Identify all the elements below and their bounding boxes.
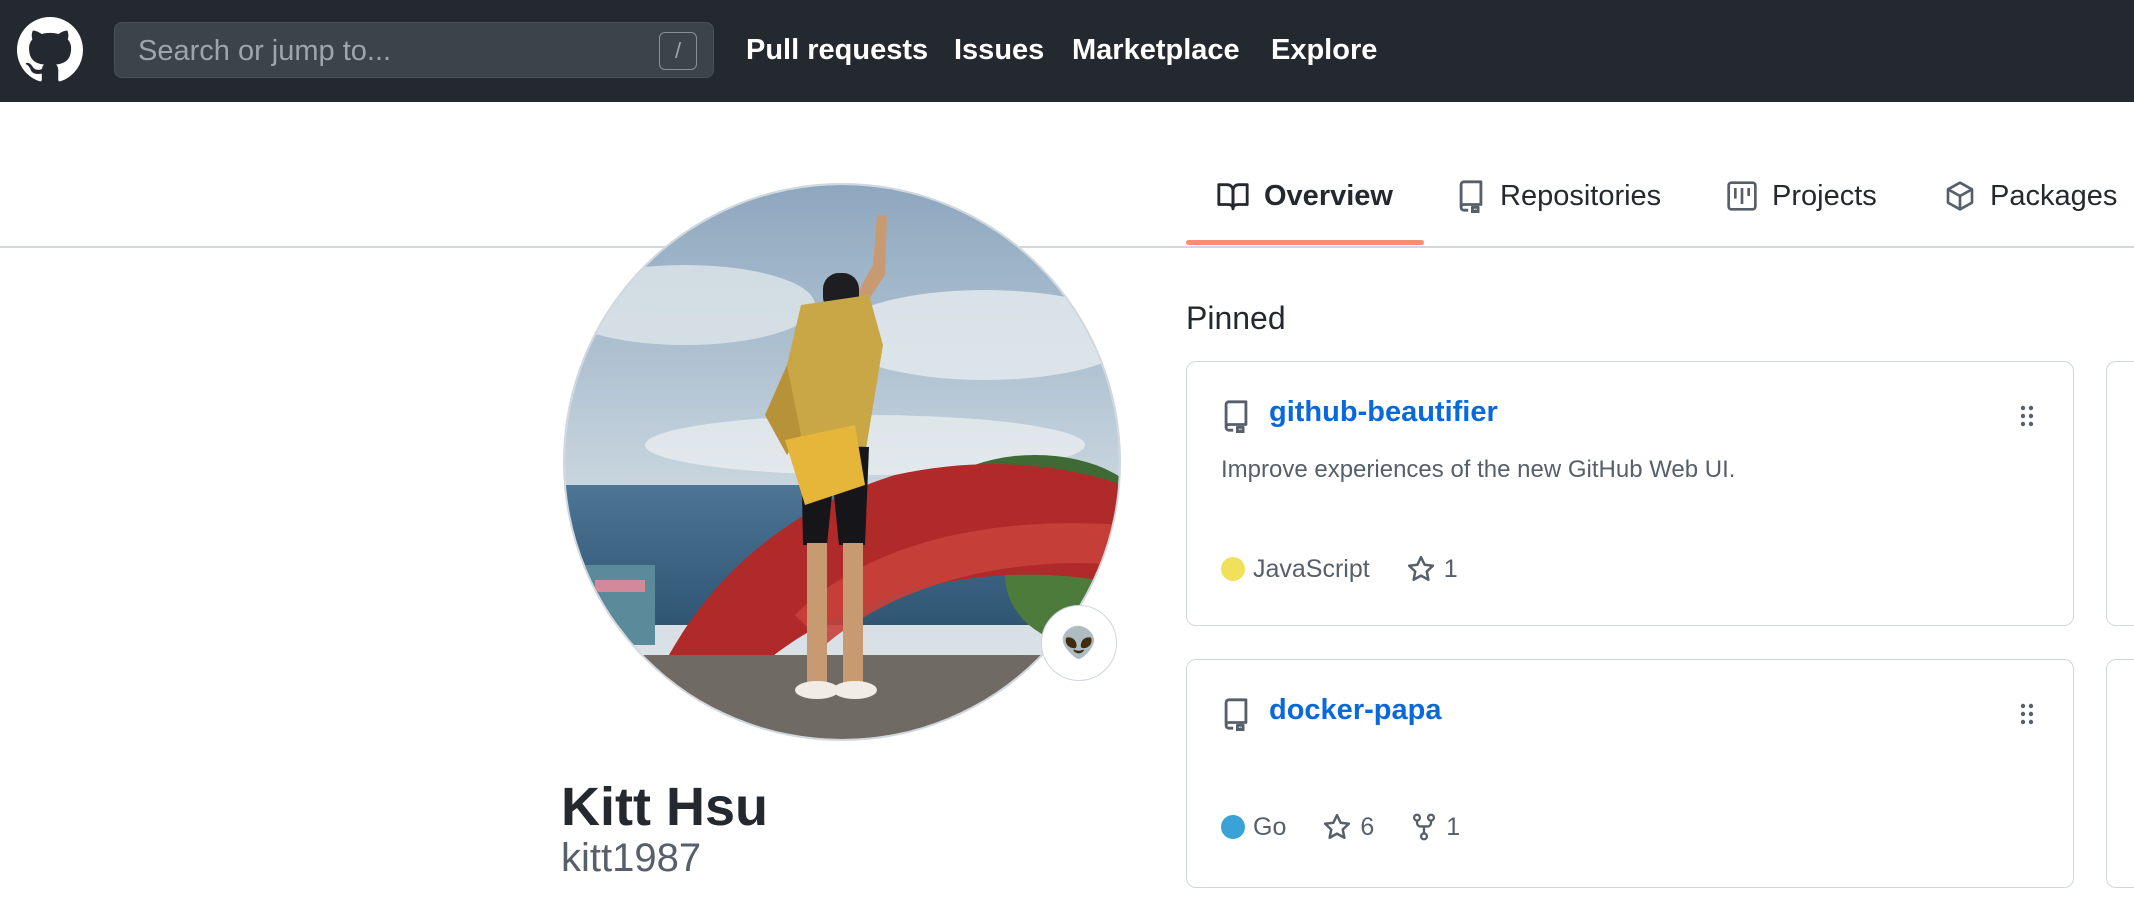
search-input[interactable]: Search or jump to... / [114,22,714,78]
repo-icon [1224,698,1248,731]
profile-login: kitt1987 [561,836,702,880]
repo-stars[interactable]: 6 [1322,812,1374,842]
search-shortcut-key: / [659,32,697,70]
package-icon [1946,181,1974,211]
nav-marketplace[interactable]: Marketplace [1072,0,1240,100]
repo-stars[interactable]: 1 [1406,554,1458,584]
tab-projects-label: Projects [1772,179,1877,212]
repo-meta: JavaScript 1 [1221,554,1494,584]
repo-icon [1459,180,1483,213]
tab-overview[interactable]: Overview [1216,172,1393,220]
avatar-photo [565,185,1119,739]
star-count: 6 [1360,812,1375,841]
repo-description: Improve experiences of the new GitHub We… [1221,456,1736,483]
language-color-dot [1221,557,1245,581]
language-color-dot [1221,815,1245,839]
pinned-repo-card-peek [2106,659,2134,888]
repo-link[interactable]: docker-papa [1269,694,1441,727]
repo-meta: Go 6 1 [1221,812,1496,842]
pinned-heading: Pinned [1186,300,1286,336]
status-badge[interactable]: 👽 [1041,605,1117,681]
pinned-repo-card: github-beautifier Improve experiences of… [1186,361,2074,626]
tab-repositories[interactable]: Repositories [1456,172,1661,220]
repo-icon [1224,400,1248,433]
active-tab-indicator [1186,240,1424,245]
tab-overview-label: Overview [1264,179,1393,212]
search-placeholder: Search or jump to... [138,35,392,67]
tab-packages-label: Packages [1990,179,2118,212]
star-count: 1 [1443,554,1458,583]
pinned-repo-card: docker-papa Go 6 1 [1186,659,2074,888]
tab-projects[interactable]: Projects [1726,172,1877,220]
avatar[interactable] [563,183,1121,741]
star-icon [1324,813,1351,839]
nav-explore[interactable]: Explore [1271,0,1377,100]
tabs-divider [0,246,2134,248]
book-icon [1217,183,1249,211]
repo-language: JavaScript [1221,555,1370,584]
star-icon [1407,555,1434,581]
fork-icon [1413,813,1436,841]
alien-emoji-icon: 👽 [1060,626,1098,660]
github-logo-icon[interactable] [17,17,83,83]
language-name: Go [1253,812,1287,841]
drag-handle-icon[interactable] [2019,404,2035,428]
pinned-repo-card-peek [2106,361,2134,626]
tab-packages[interactable]: Packages [1944,172,2117,220]
repo-link[interactable]: github-beautifier [1269,396,1498,429]
fork-count: 1 [1446,812,1461,841]
language-name: JavaScript [1253,554,1370,583]
repo-forks[interactable]: 1 [1410,812,1460,842]
tab-repositories-label: Repositories [1500,179,1662,212]
profile-name: Kitt Hsu [561,777,768,837]
drag-handle-icon[interactable] [2019,702,2035,726]
global-header: Search or jump to... / Pull requests Iss… [0,0,2134,102]
nav-issues[interactable]: Issues [954,0,1044,100]
nav-pull-requests[interactable]: Pull requests [746,0,928,100]
repo-language: Go [1221,813,1286,842]
project-icon [1727,181,1757,211]
